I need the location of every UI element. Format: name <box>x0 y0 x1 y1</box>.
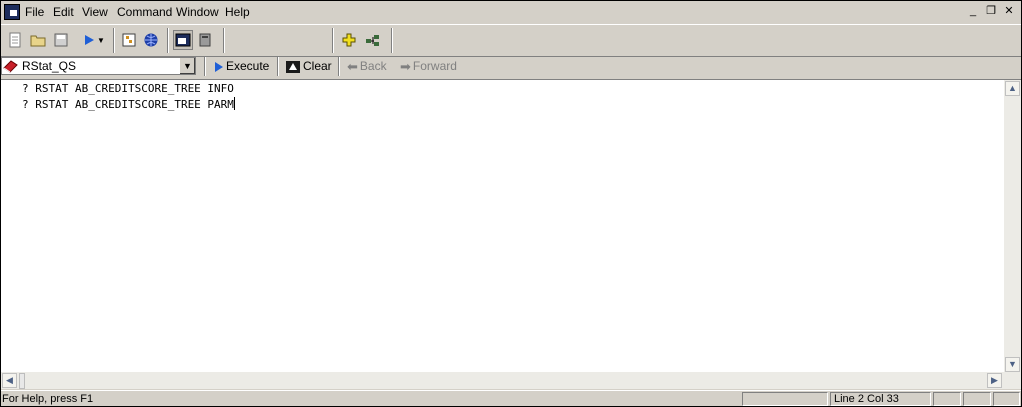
editor-line-2[interactable]: ? RSTAT AB_CREDITSCORE_TREE PARM <box>22 97 235 113</box>
execute-button[interactable]: Execute <box>214 58 269 75</box>
execute-label: Execute <box>226 59 270 73</box>
horizontal-scrollbar[interactable]: ◀ ▶ <box>1 372 1021 389</box>
new-document-icon[interactable] <box>5 30 25 50</box>
chevron-down-icon[interactable]: ▼ <box>179 58 195 74</box>
command-toolbar: RStat_QS ▼ Execute Clear ⬅ Back ➡ Forwar… <box>1 56 1021 77</box>
tree-view-icon[interactable] <box>119 30 139 50</box>
menu-bar: File Edit View Command Window Help _ ❐ ✕ <box>1 1 1021 22</box>
status-panel-1 <box>742 392 828 406</box>
status-panel-4 <box>963 392 991 406</box>
forward-arrow-icon: ➡ <box>400 59 411 74</box>
scroll-left-icon[interactable]: ◀ <box>2 373 17 388</box>
open-folder-icon[interactable] <box>28 30 48 50</box>
back-label: Back <box>359 59 387 73</box>
text-caret <box>233 97 235 110</box>
run-dropdown-icon[interactable]: ▼ <box>96 30 106 50</box>
clear-label: Clear <box>303 59 332 73</box>
globe-icon[interactable] <box>141 30 161 50</box>
server-combo[interactable]: RStat_QS ▼ <box>1 57 196 75</box>
eraser-icon <box>3 59 19 73</box>
status-position: Line 2 Col 33 <box>830 392 931 406</box>
scroll-down-icon[interactable]: ▼ <box>1005 357 1020 372</box>
status-bar: For Help, press F1 Line 2 Col 33 <box>1 390 1021 406</box>
server-combo-value: RStat_QS <box>22 59 77 73</box>
menu-view[interactable]: View <box>80 4 110 20</box>
editor-line-2-text: ? RSTAT AB_CREDITSCORE_TREE PARM <box>22 98 234 111</box>
forward-button[interactable]: ➡ Forward <box>400 58 457 75</box>
command-editor[interactable]: ? RSTAT AB_CREDITSCORE_TREE INFO ? RSTAT… <box>1 79 1021 373</box>
console-window-icon[interactable] <box>173 30 193 50</box>
forward-label: Forward <box>412 59 457 73</box>
clear-button[interactable]: Clear <box>285 58 332 75</box>
editor-line-1[interactable]: ? RSTAT AB_CREDITSCORE_TREE INFO <box>22 81 234 97</box>
back-arrow-icon: ⬅ <box>347 59 358 74</box>
editor-gutter <box>1 80 20 373</box>
status-panel-5 <box>993 392 1020 406</box>
menu-help[interactable]: Help <box>223 4 252 20</box>
scroll-up-icon[interactable]: ▲ <box>1005 81 1020 96</box>
minimize-icon[interactable]: _ <box>965 4 981 18</box>
scroll-right-icon[interactable]: ▶ <box>987 373 1002 388</box>
app-icon[interactable] <box>4 4 20 20</box>
menu-command[interactable]: Command <box>115 4 174 20</box>
restore-icon[interactable]: ❐ <box>983 4 999 18</box>
application-window: File Edit View Command Window Help _ ❐ ✕… <box>0 0 1022 407</box>
clear-icon <box>286 60 300 73</box>
server-icon[interactable] <box>195 30 215 50</box>
close-icon[interactable]: ✕ <box>1001 4 1017 18</box>
menu-edit[interactable]: Edit <box>51 4 76 20</box>
status-help-text: For Help, press F1 <box>2 393 94 405</box>
back-button[interactable]: ⬅ Back <box>347 58 387 75</box>
main-toolbar: ▼ <box>1 24 1021 57</box>
menu-window[interactable]: Window <box>174 4 221 20</box>
status-panel-3 <box>933 392 961 406</box>
add-icon[interactable] <box>339 30 359 50</box>
play-icon <box>215 61 223 72</box>
save-icon[interactable] <box>51 30 71 50</box>
horizontal-scroll-thumb[interactable] <box>19 373 25 389</box>
menu-file[interactable]: File <box>23 4 46 20</box>
network-icon[interactable] <box>363 30 383 50</box>
vertical-scrollbar[interactable]: ▲ ▼ <box>1004 80 1021 373</box>
